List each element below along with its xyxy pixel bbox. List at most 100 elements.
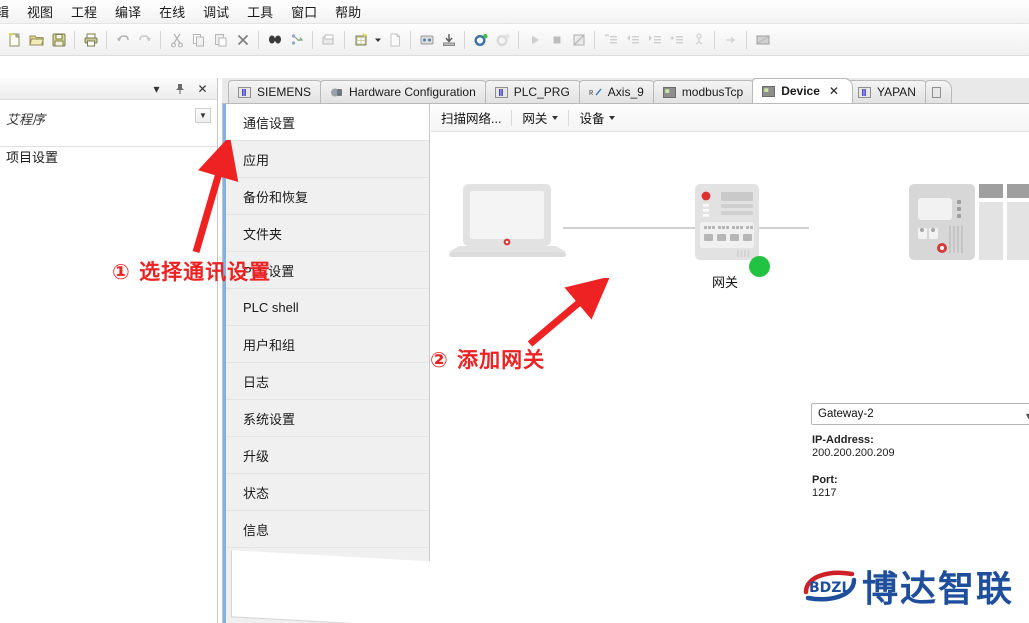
delete-icon[interactable] bbox=[232, 29, 253, 51]
category-label: 通信设置 bbox=[243, 115, 296, 131]
redo-icon[interactable] bbox=[134, 29, 155, 51]
menu-item-tools[interactable]: 工具 bbox=[238, 0, 282, 23]
menu-item-debug[interactable]: 调试 bbox=[194, 0, 238, 23]
tab-label: Device bbox=[781, 84, 820, 98]
step-out-icon[interactable] bbox=[644, 29, 665, 51]
category-item-plc-shell[interactable]: PLC shell bbox=[223, 289, 429, 326]
left-panel-divider bbox=[0, 146, 217, 147]
breakpoint-icon[interactable] bbox=[568, 29, 589, 51]
category-item-upgrade[interactable]: 升级 bbox=[223, 437, 429, 474]
device-icon bbox=[762, 85, 776, 98]
online-config-icon[interactable] bbox=[470, 29, 491, 51]
left-panel-row-project-settings[interactable]: 项目设置 bbox=[0, 144, 217, 169]
cut-icon[interactable] bbox=[166, 29, 187, 51]
refactor-icon[interactable] bbox=[286, 29, 307, 51]
left-panel-body: 艾程序 ▼ 项目设置 bbox=[0, 100, 217, 169]
tab-siemens[interactable]: SIEMENS bbox=[228, 80, 326, 103]
category-item-files[interactable]: 文件夹 bbox=[223, 215, 429, 252]
toolbar-separator bbox=[714, 30, 715, 49]
gateway-ip-address-field: IP-Address: 200.200.200.209 bbox=[812, 434, 895, 460]
paste-icon[interactable] bbox=[210, 29, 231, 51]
toolbar-separator bbox=[74, 30, 75, 49]
gateway-status-indicator bbox=[749, 256, 770, 277]
laptop-icon[interactable] bbox=[445, 180, 570, 268]
tab-label: Hardware Configuration bbox=[349, 85, 476, 99]
run-icon[interactable] bbox=[524, 29, 545, 51]
gateway-device-icon[interactable] bbox=[693, 180, 765, 268]
bdzl-mark-text: BDZL bbox=[809, 580, 850, 596]
pin-icon[interactable] bbox=[173, 82, 186, 95]
new-file-icon[interactable] bbox=[4, 29, 25, 51]
tab-yapan[interactable]: YAPAN bbox=[847, 80, 930, 103]
device-icon bbox=[662, 86, 676, 99]
network-diagram-canvas: 网关 Gateway-2 ▼ IP-Address: 200.200.200.2… bbox=[431, 132, 1029, 623]
category-item-applications[interactable]: 应用 bbox=[223, 141, 429, 178]
step-over-icon[interactable] bbox=[600, 29, 621, 51]
menu-item-online[interactable]: 在线 bbox=[150, 0, 194, 23]
close-icon[interactable]: ✕ bbox=[196, 82, 209, 96]
plc-device-icon[interactable] bbox=[909, 180, 1029, 268]
toolbar-separator bbox=[106, 30, 107, 49]
tab-device[interactable]: Device ✕ bbox=[752, 78, 853, 103]
chevron-down-icon[interactable]: ▾ bbox=[150, 82, 163, 96]
generate-code-icon[interactable] bbox=[384, 29, 405, 51]
write-values-icon[interactable] bbox=[752, 29, 773, 51]
menu-bar: 辑 视图 工程 编译 在线 调试 工具 窗口 帮助 bbox=[0, 0, 1029, 24]
menu-item-view[interactable]: 视图 bbox=[18, 0, 62, 23]
menu-item-help[interactable]: 帮助 bbox=[326, 0, 370, 23]
chevron-down-icon: ▼ bbox=[1024, 411, 1029, 421]
plc-icon bbox=[857, 86, 871, 99]
gateway-menu-button[interactable]: 网关 bbox=[512, 105, 568, 130]
open-folder-icon[interactable] bbox=[26, 29, 47, 51]
save-icon[interactable] bbox=[48, 29, 69, 51]
login-icon[interactable] bbox=[416, 29, 437, 51]
gateway-ip-address-value: 200.200.200.209 bbox=[812, 447, 895, 459]
tab-axis-9[interactable]: R Axis_9 bbox=[578, 80, 658, 103]
menu-item-project[interactable]: 工程 bbox=[62, 0, 106, 23]
category-label: PLC shell bbox=[243, 299, 299, 315]
category-item-communication-settings[interactable]: 通信设置 bbox=[223, 104, 429, 141]
category-item-status[interactable]: 状态 bbox=[223, 474, 429, 511]
step-line-icon[interactable] bbox=[666, 29, 687, 51]
tab-close-icon[interactable]: ✕ bbox=[829, 84, 839, 98]
build-icon[interactable] bbox=[350, 29, 371, 51]
tab-hardware-configuration[interactable]: Hardware Configuration bbox=[320, 80, 490, 103]
undo-icon[interactable] bbox=[112, 29, 133, 51]
category-item-system-settings[interactable]: 系统设置 bbox=[223, 400, 429, 437]
tab-plc-prg[interactable]: PLC_PRG bbox=[484, 80, 584, 103]
category-item-log[interactable]: 日志 bbox=[223, 363, 429, 400]
menu-item-build[interactable]: 编译 bbox=[106, 0, 150, 23]
device-menu-button[interactable]: 设备 bbox=[569, 105, 625, 130]
scan-network-button[interactable]: 扫描网络... bbox=[431, 105, 511, 130]
print-icon[interactable] bbox=[80, 29, 101, 51]
step-into-icon[interactable] bbox=[622, 29, 643, 51]
build-dropdown-icon[interactable] bbox=[372, 29, 383, 51]
category-item-information[interactable]: 信息 bbox=[223, 511, 429, 548]
toolbar-separator bbox=[464, 30, 465, 49]
hardware-icon bbox=[330, 86, 343, 99]
download-icon[interactable] bbox=[438, 29, 459, 51]
copy-icon[interactable] bbox=[188, 29, 209, 51]
menu-item-window[interactable]: 窗口 bbox=[282, 0, 326, 23]
tab-overflow[interactable] bbox=[924, 80, 952, 103]
stop-icon[interactable] bbox=[546, 29, 567, 51]
left-panel-dropdown-icon[interactable]: ▼ bbox=[195, 108, 211, 123]
category-accent-bar bbox=[223, 104, 226, 623]
category-item-backup-restore[interactable]: 备份和恢复 bbox=[223, 178, 429, 215]
find-icon[interactable] bbox=[264, 29, 285, 51]
online-config-alt-icon[interactable] bbox=[492, 29, 513, 51]
toolbar-separator bbox=[344, 30, 345, 49]
plc-icon bbox=[238, 86, 251, 99]
chevron-down-icon bbox=[552, 115, 559, 120]
print-preview-icon[interactable] bbox=[318, 29, 339, 51]
tab-label: YAPAN bbox=[876, 85, 916, 99]
next-statement-icon[interactable] bbox=[720, 29, 741, 51]
gateway-select[interactable]: Gateway-2 ▼ bbox=[811, 403, 1029, 425]
left-panel-row-program[interactable]: 艾程序 bbox=[0, 106, 217, 131]
device-editor-window: 通信设置 应用 备份和恢复 文件夹 PLC设置 PLC shell 用户和组 日… bbox=[222, 104, 1029, 623]
menu-item-edit[interactable]: 辑 bbox=[0, 0, 18, 23]
tab-modbustcp[interactable]: modbusTcp bbox=[652, 80, 758, 103]
category-item-users-groups[interactable]: 用户和组 bbox=[223, 326, 429, 363]
call-stack-icon[interactable] bbox=[688, 29, 709, 51]
bdzl-mark-icon: BDZL bbox=[803, 570, 857, 602]
